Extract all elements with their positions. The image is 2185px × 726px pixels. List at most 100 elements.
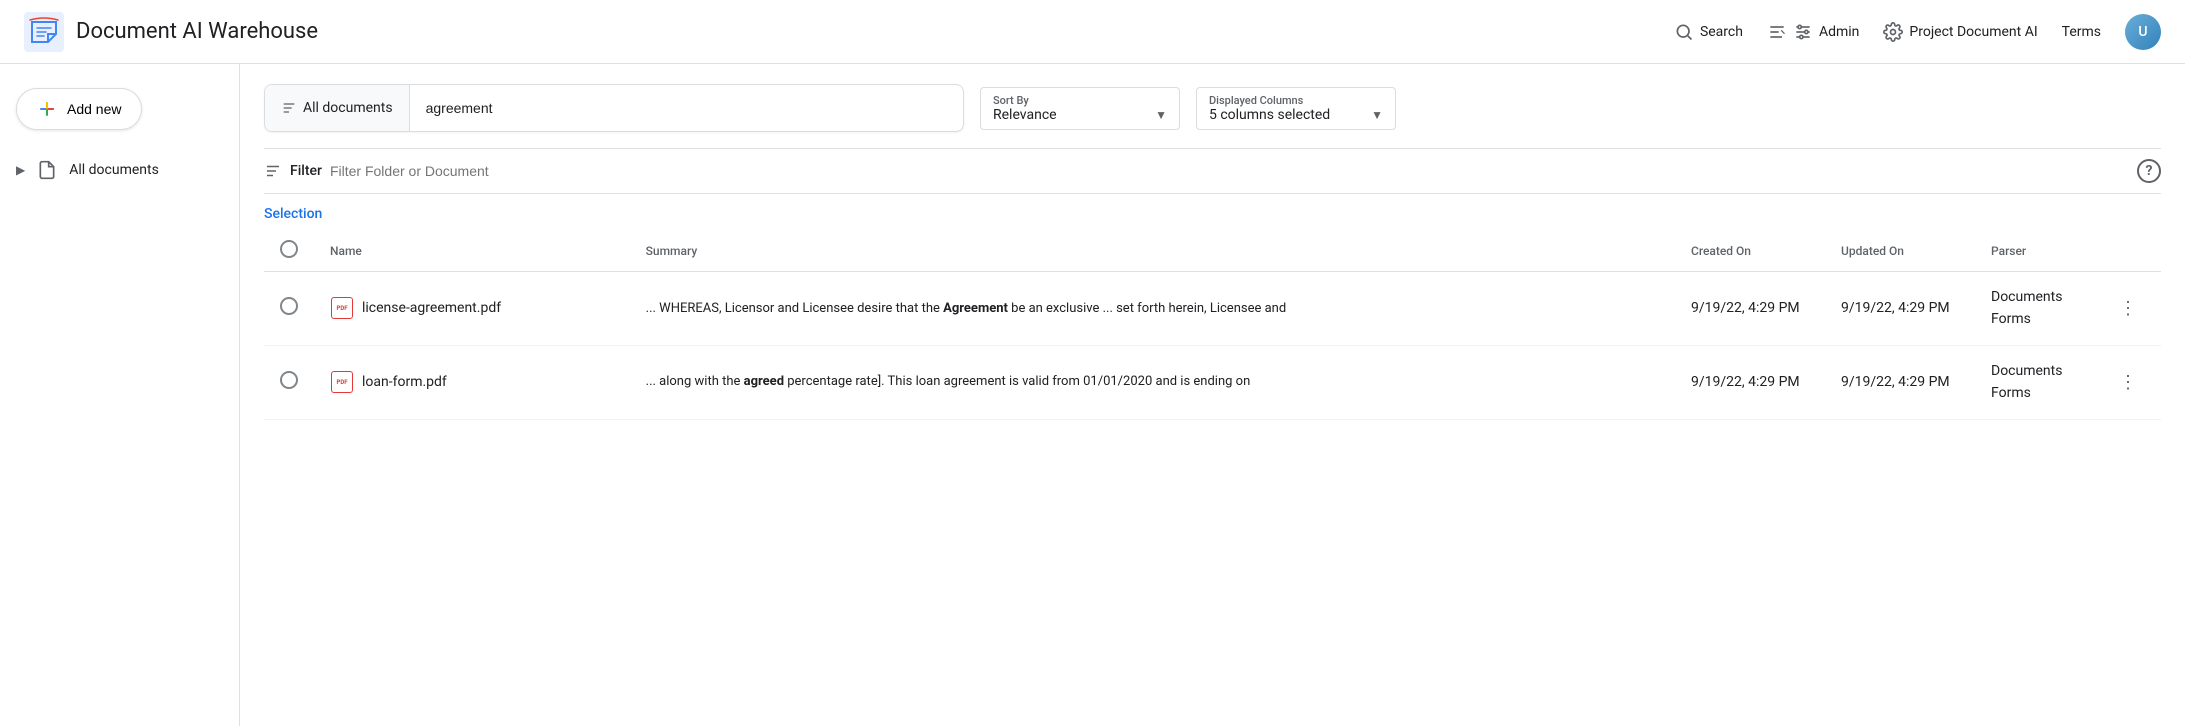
project-nav-item[interactable]: Project Document AI [1883, 22, 2037, 42]
help-icon[interactable]: ? [2137, 159, 2161, 183]
filter-icon [264, 162, 282, 180]
row-name-cell: PDF loan-form.pdf [314, 345, 630, 419]
filter-row: Filter ? [264, 148, 2161, 194]
document-name[interactable]: license-agreement.pdf [362, 300, 501, 316]
row-checkbox-cell [264, 345, 314, 419]
sort-by-dropdown[interactable]: Sort By Relevance ▼ [980, 87, 1180, 130]
admin-nav-item[interactable]: Admin [1767, 22, 1859, 42]
all-documents-filter[interactable]: All documents [265, 85, 410, 131]
documents-table: Name Summary Created On Updated On Parse… [264, 230, 2161, 420]
updated-on-value: 9/19/22, 4:29 PM [1841, 374, 1950, 390]
displayed-columns-dropdown[interactable]: Displayed Columns 5 columns selected ▼ [1196, 87, 1396, 130]
pdf-file-icon: PDF [330, 296, 354, 320]
col-name-label: Name [330, 244, 362, 258]
filter-lines-icon [281, 100, 297, 116]
summary-text: ... along with the agreed percentage rat… [646, 374, 1251, 389]
col-header-name: Name [314, 230, 630, 272]
row-actions-cell: ⋮ [2095, 272, 2161, 346]
columns-dropdown-arrow: ▼ [1371, 108, 1383, 122]
table-row: PDF loan-form.pdf ... along with the agr… [264, 345, 2161, 419]
name-cell-content: PDF license-agreement.pdf [330, 296, 614, 320]
document-icon [37, 160, 57, 180]
row-more-button[interactable]: ⋮ [2111, 368, 2145, 397]
col-header-parser: Parser [1975, 230, 2095, 272]
header-checkbox[interactable] [280, 240, 298, 258]
top-navigation: Document AI Warehouse Search Admin [0, 0, 2185, 64]
created-on-value: 9/19/22, 4:29 PM [1691, 374, 1800, 390]
row-summary-cell: ... WHEREAS, Licensor and Licensee desir… [630, 272, 1675, 346]
terms-nav-item[interactable]: Terms [2062, 24, 2101, 40]
selection-row: Selection [264, 194, 2161, 230]
col-updated-label: Updated On [1841, 244, 1904, 258]
row-updated-cell: 9/19/22, 4:29 PM [1825, 272, 1975, 346]
project-nav-label: Project Document AI [1909, 24, 2037, 40]
row-parser-cell: DocumentsForms [1975, 272, 2095, 346]
app-title: Document AI Warehouse [76, 19, 318, 44]
table-header: Name Summary Created On Updated On Parse… [264, 230, 2161, 272]
summary-bold-text: Agreement [943, 301, 1008, 316]
add-new-button[interactable]: Add new [16, 88, 142, 130]
expand-icon: ▶ [16, 163, 25, 177]
summary-text: ... WHEREAS, Licensor and Licensee desir… [646, 301, 1287, 316]
col-parser-label: Parser [1991, 244, 2026, 258]
sidebar-item-all-documents[interactable]: ▶ All documents [0, 150, 227, 190]
search-box: All documents [264, 84, 964, 132]
search-nav-item[interactable]: Search [1674, 22, 1743, 42]
parser-value: DocumentsForms [1991, 363, 2062, 401]
search-icon [1674, 22, 1694, 42]
row-updated-cell: 9/19/22, 4:29 PM [1825, 345, 1975, 419]
row-created-cell: 9/19/22, 4:29 PM [1675, 272, 1825, 346]
admin-nav-label: Admin [1819, 24, 1859, 40]
selection-label[interactable]: Selection [264, 206, 322, 222]
row-checkbox-cell [264, 272, 314, 346]
sort-by-value-row: Relevance ▼ [993, 107, 1167, 123]
row-created-cell: 9/19/22, 4:29 PM [1675, 345, 1825, 419]
add-new-label: Add new [67, 101, 121, 117]
row-name-cell: PDF license-agreement.pdf [314, 272, 630, 346]
updated-on-value: 9/19/22, 4:29 PM [1841, 300, 1950, 316]
main-content: All documents Sort By Relevance ▼ Displa… [240, 64, 2185, 726]
row-parser-cell: DocumentsForms [1975, 345, 2095, 419]
all-documents-label: All documents [69, 162, 159, 178]
main-layout: Add new ▶ All documents All docum [0, 64, 2185, 726]
search-nav-label: Search [1700, 24, 1743, 40]
col-header-checkbox [264, 230, 314, 272]
user-avatar[interactable]: U [2125, 14, 2161, 50]
admin-icon [1767, 22, 1787, 42]
sort-by-value: Relevance [993, 107, 1057, 123]
col-header-actions [2095, 230, 2161, 272]
row-checkbox[interactable] [280, 297, 298, 315]
row-summary-cell: ... along with the agreed percentage rat… [630, 345, 1675, 419]
search-area: All documents Sort By Relevance ▼ Displa… [264, 84, 2161, 132]
row-more-button[interactable]: ⋮ [2111, 294, 2145, 323]
col-header-summary: Summary [630, 230, 1675, 272]
col-created-label: Created On [1691, 244, 1751, 258]
search-input[interactable] [410, 85, 963, 131]
all-documents-filter-label: All documents [303, 100, 393, 116]
table-body: PDF license-agreement.pdf ... WHEREAS, L… [264, 272, 2161, 420]
table-row: PDF license-agreement.pdf ... WHEREAS, L… [264, 272, 2161, 346]
col-header-created: Created On [1675, 230, 1825, 272]
created-on-value: 9/19/22, 4:29 PM [1691, 300, 1800, 316]
row-checkbox[interactable] [280, 371, 298, 389]
sort-by-dropdown-arrow: ▼ [1155, 108, 1167, 122]
filter-input[interactable] [330, 163, 2129, 179]
displayed-columns-value: 5 columns selected [1209, 107, 1330, 123]
sidebar: Add new ▶ All documents [0, 64, 240, 726]
summary-bold-text: agreed [744, 374, 784, 389]
col-summary-label: Summary [646, 244, 698, 258]
row-actions-cell: ⋮ [2095, 345, 2161, 419]
nav-actions: Search Admin Project Document AI [1674, 14, 2161, 50]
app-logo-icon [24, 12, 64, 52]
pdf-box: PDF [331, 297, 353, 319]
document-name[interactable]: loan-form.pdf [362, 374, 447, 390]
admin-sliders-icon [1793, 22, 1813, 42]
table-header-row: Name Summary Created On Updated On Parse… [264, 230, 2161, 272]
pdf-box: PDF [331, 371, 353, 393]
col-header-updated: Updated On [1825, 230, 1975, 272]
filter-label: Filter [290, 163, 322, 179]
name-cell-content: PDF loan-form.pdf [330, 370, 614, 394]
sort-by-label: Sort By [993, 94, 1167, 107]
plus-icon [37, 99, 57, 119]
terms-nav-label: Terms [2062, 24, 2101, 40]
